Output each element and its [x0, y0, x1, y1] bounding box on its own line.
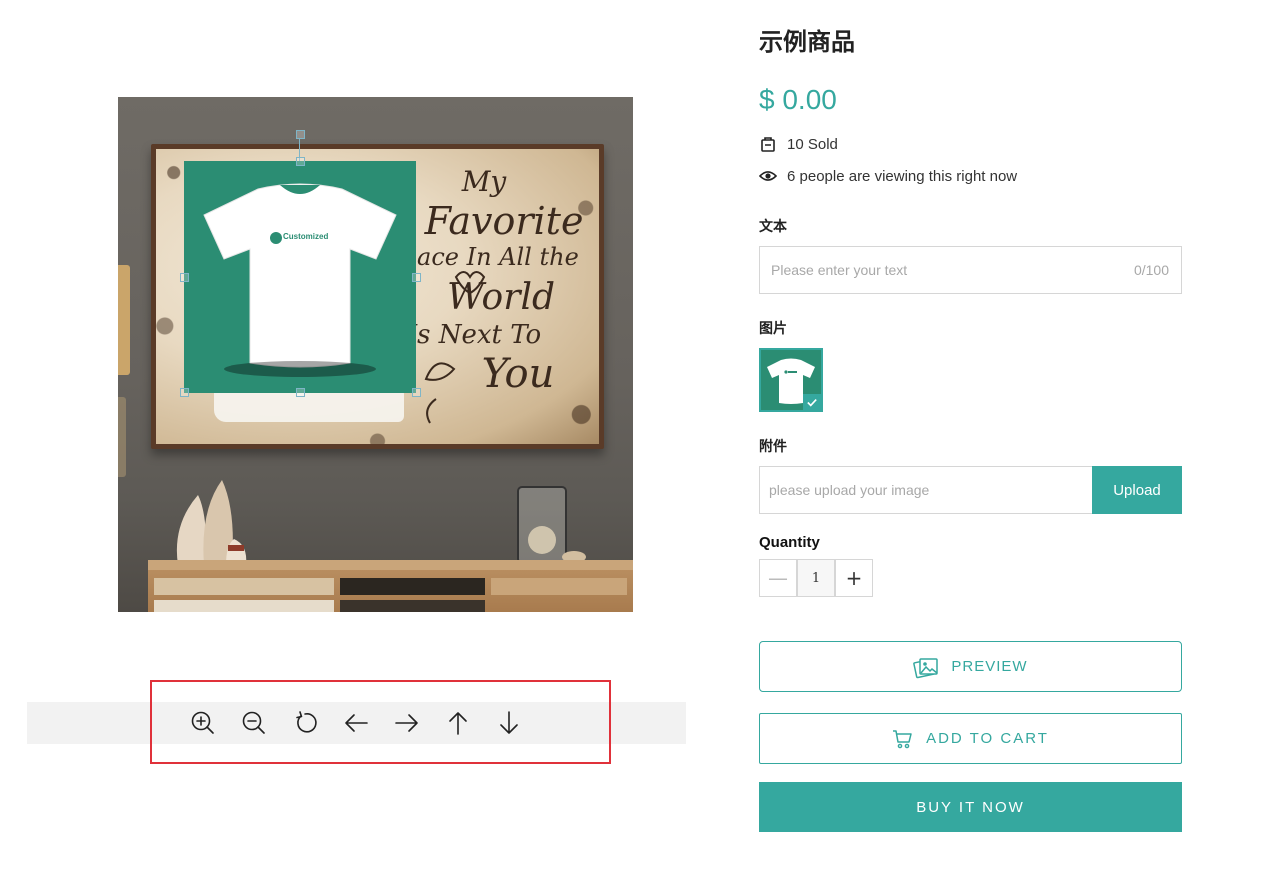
resize-handle-left[interactable]	[180, 273, 189, 282]
move-down-button[interactable]	[494, 708, 524, 738]
shopping-bag-icon	[761, 137, 775, 152]
quantity-value[interactable]: 1	[797, 559, 835, 597]
zoom-in-icon	[191, 711, 214, 734]
quote-line-3: Place In All the	[392, 243, 579, 271]
zoom-out-button[interactable]	[239, 708, 269, 738]
resize-handle-bottom-left[interactable]	[180, 388, 189, 397]
image-option-selected[interactable]	[759, 348, 823, 412]
quote-line-6: You	[482, 351, 555, 397]
rotate-handle[interactable]	[296, 130, 305, 139]
vases-decor	[176, 480, 247, 565]
upload-path-input[interactable]	[760, 467, 1092, 513]
add-to-cart-button[interactable]: ADD TO CART	[759, 713, 1182, 764]
glass-jar	[517, 486, 586, 564]
custom-design-layer[interactable]: Customized	[184, 161, 416, 393]
tshirt-shadow	[224, 361, 376, 377]
upload-button[interactable]: Upload	[1092, 466, 1182, 514]
text-field: 0/100	[759, 246, 1182, 294]
arrow-down-icon	[500, 711, 518, 734]
rotate-button[interactable]	[290, 708, 320, 738]
buy-now-button[interactable]: BUY IT NOW	[759, 782, 1182, 832]
wall-lamp	[118, 265, 130, 375]
move-up-button[interactable]	[443, 708, 473, 738]
product-preview-image: My Favorite Place In All the World Is Ne…	[118, 97, 633, 612]
quantity-decrease-button[interactable]: —	[759, 559, 797, 597]
cart-icon	[893, 729, 912, 748]
custom-text-input[interactable]	[760, 247, 1120, 293]
move-left-button[interactable]	[341, 708, 371, 738]
text-char-counter: 0/100	[1133, 262, 1169, 278]
image-field-label: 图片	[759, 321, 787, 337]
drawer	[154, 578, 334, 595]
viewers-count: 6 people are viewing this right now	[787, 167, 1018, 185]
drawer	[340, 600, 485, 612]
drawer	[340, 578, 485, 595]
zoom-out-icon	[242, 711, 265, 734]
sold-count-row: 10 Sold	[759, 135, 838, 153]
add-to-cart-label: ADD TO CART	[926, 730, 1049, 747]
move-right-button[interactable]	[392, 708, 422, 738]
arrow-up-icon	[449, 712, 467, 735]
viewers-row: 6 people are viewing this right now	[759, 167, 1017, 185]
resize-handle-bottom-right[interactable]	[412, 388, 421, 397]
quantity-label: Quantity	[759, 534, 820, 551]
sold-count: 10 Sold	[787, 135, 838, 153]
quantity-increase-button[interactable]: +	[835, 559, 873, 597]
eye-icon	[759, 171, 777, 181]
preview-label: PREVIEW	[951, 658, 1028, 675]
quote-line-5: Is Next To	[406, 320, 541, 350]
tshirt-image	[203, 183, 397, 368]
design-label: Customized	[283, 232, 329, 241]
drawer	[154, 600, 334, 612]
arrow-left-icon	[345, 714, 368, 732]
attachment-field: Upload	[759, 466, 1182, 514]
zoom-in-button[interactable]	[188, 708, 218, 738]
resize-handle-top[interactable]	[296, 157, 305, 166]
selected-check-icon	[803, 394, 821, 410]
quote-line-1: My	[461, 165, 508, 198]
attachment-field-label: 附件	[759, 439, 787, 455]
console-table-top	[148, 560, 633, 570]
toolbar-highlight-box	[150, 680, 611, 764]
product-title: 示例商品	[759, 28, 855, 56]
rotate-icon	[296, 711, 317, 733]
resize-handle-right[interactable]	[412, 273, 421, 282]
quote-line-4: World	[447, 277, 555, 318]
product-price: $ 0.00	[759, 84, 837, 115]
preview-button[interactable]: PREVIEW	[759, 641, 1182, 692]
text-field-label: 文本	[759, 219, 787, 235]
wall-decor	[118, 397, 126, 477]
resize-handle-bottom[interactable]	[296, 388, 305, 397]
quote-line-2: Favorite	[424, 199, 584, 243]
drawer	[491, 578, 627, 595]
image-preview-icon	[913, 657, 939, 678]
arrow-right-icon	[395, 714, 418, 732]
